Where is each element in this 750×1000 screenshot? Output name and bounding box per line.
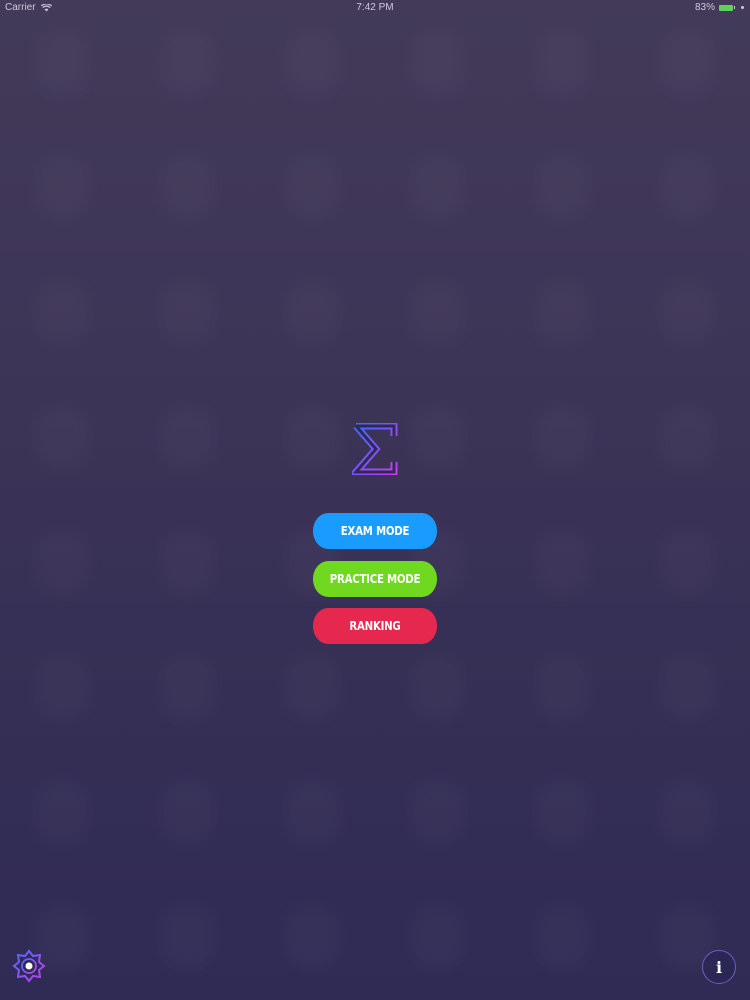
sigma-icon (352, 423, 398, 475)
ranking-button[interactable]: RANKING (312, 608, 438, 644)
status-time: 7:42 PM (356, 2, 394, 13)
battery-percent: 83% (694, 2, 715, 13)
battery-icon (719, 4, 735, 11)
charging-indicator-icon (741, 6, 744, 9)
status-bar: Carrier 7:42 PM 83% (0, 0, 750, 16)
status-right: 83% (695, 2, 744, 13)
exam-mode-button[interactable]: EXAM MODE (312, 513, 438, 549)
practice-mode-button[interactable]: PRACTICE MODE (312, 561, 438, 597)
gear-icon[interactable] (12, 949, 46, 983)
background-pattern (0, 0, 750, 1000)
info-button[interactable]: i (702, 950, 736, 984)
info-icon: i (715, 957, 723, 977)
